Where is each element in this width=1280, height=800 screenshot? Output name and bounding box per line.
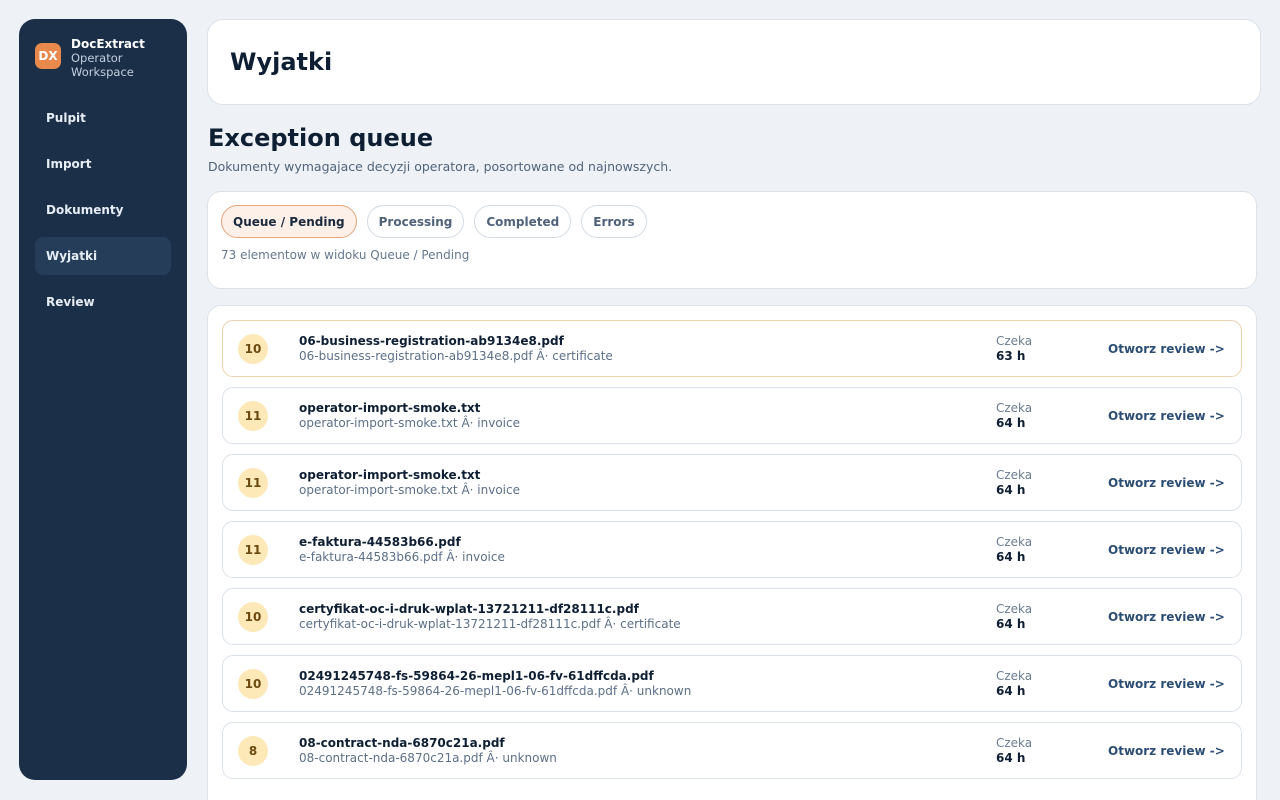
document-meta: 08-contract-nda-6870c21a.pdf Â· unknown [299, 751, 557, 765]
wait-value: 64 h [996, 416, 1026, 430]
page-title: Wyjatki [230, 48, 333, 76]
tab-queue-pending[interactable]: Queue / Pending [221, 205, 357, 238]
sidebar-item-review[interactable]: Review [35, 283, 171, 321]
list-item[interactable]: 10 02491245748-fs-59864-26-mepl1-06-fv-6… [222, 655, 1242, 712]
status-tabs: Queue / Pending Processing Completed Err… [221, 205, 1243, 238]
wait-value: 64 h [996, 483, 1026, 497]
list-item[interactable]: 10 certyfikat-oc-i-druk-wplat-13721211-d… [222, 588, 1242, 645]
filter-panel: Queue / Pending Processing Completed Err… [207, 191, 1257, 289]
brand-text: DocExtract Operator Workspace [71, 37, 151, 79]
document-name: certyfikat-oc-i-druk-wplat-13721211-df28… [299, 602, 639, 616]
priority-badge: 8 [238, 736, 268, 766]
list-item[interactable]: 11 operator-import-smoke.txt operator-im… [222, 454, 1242, 511]
priority-badge: 11 [238, 535, 268, 565]
priority-badge: 10 [238, 669, 268, 699]
wait-value: 64 h [996, 550, 1026, 564]
open-review-link[interactable]: Otworz review -> [1108, 677, 1225, 691]
document-name: 06-business-registration-ab9134e8.pdf [299, 334, 564, 348]
wait-label: Czeka [996, 468, 1033, 482]
exception-rows: 10 06-business-registration-ab9134e8.pdf… [222, 320, 1242, 779]
document-name: operator-import-smoke.txt [299, 468, 481, 482]
priority-badge: 10 [238, 602, 268, 632]
tab-processing[interactable]: Processing [366, 205, 465, 238]
document-meta: operator-import-smoke.txt Â· invoice [299, 416, 520, 430]
document-name: 02491245748-fs-59864-26-mepl1-06-fv-61df… [299, 669, 654, 683]
wait-label: Czeka [996, 334, 1033, 348]
document-meta: e-faktura-44583b66.pdf Â· invoice [299, 550, 505, 564]
wait-label: Czeka [996, 602, 1033, 616]
wait-label: Czeka [996, 401, 1033, 415]
sidebar: DX DocExtract Operator Workspace Pulpit … [19, 19, 187, 780]
brand-subtitle: Operator Workspace [71, 51, 134, 79]
document-meta: 02491245748-fs-59864-26-mepl1-06-fv-61df… [299, 684, 692, 698]
list-item[interactable]: 8 08-contract-nda-6870c21a.pdf 08-contra… [222, 722, 1242, 779]
list-item[interactable]: 11 e-faktura-44583b66.pdf e-faktura-4458… [222, 521, 1242, 578]
list-item[interactable]: 11 operator-import-smoke.txt operator-im… [222, 387, 1242, 444]
exception-list: 10 06-business-registration-ab9134e8.pdf… [207, 305, 1257, 800]
item-count: 73 elementow w widoku Queue / Pending [221, 248, 470, 262]
document-name: 08-contract-nda-6870c21a.pdf [299, 736, 505, 750]
open-review-link[interactable]: Otworz review -> [1108, 744, 1225, 758]
open-review-link[interactable]: Otworz review -> [1108, 476, 1225, 490]
tab-completed[interactable]: Completed [474, 205, 572, 238]
wait-value: 64 h [996, 684, 1026, 698]
sidebar-nav: Pulpit Import Dokumenty Wyjatki Review [35, 99, 171, 321]
wait-value: 64 h [996, 617, 1026, 631]
section-title: Exception queue [208, 124, 434, 152]
list-item[interactable]: 10 06-business-registration-ab9134e8.pdf… [222, 320, 1242, 377]
open-review-link[interactable]: Otworz review -> [1108, 342, 1225, 356]
tab-errors[interactable]: Errors [581, 205, 647, 238]
open-review-link[interactable]: Otworz review -> [1108, 409, 1225, 423]
brand-name: DocExtract [71, 37, 145, 51]
document-name: operator-import-smoke.txt [299, 401, 481, 415]
document-name: e-faktura-44583b66.pdf [299, 535, 461, 549]
open-review-link[interactable]: Otworz review -> [1108, 610, 1225, 624]
brand: DX DocExtract Operator Workspace [35, 37, 171, 79]
priority-badge: 11 [238, 468, 268, 498]
section-subtitle: Dokumenty wymagajace decyzji operatora, … [208, 159, 673, 174]
logo-icon: DX [35, 43, 61, 69]
priority-badge: 11 [238, 401, 268, 431]
open-review-link[interactable]: Otworz review -> [1108, 543, 1225, 557]
sidebar-item-pulpit[interactable]: Pulpit [35, 99, 171, 137]
wait-label: Czeka [996, 669, 1033, 683]
document-meta: operator-import-smoke.txt Â· invoice [299, 483, 520, 497]
sidebar-item-wyjatki[interactable]: Wyjatki [35, 237, 171, 275]
page-header: Wyjatki [207, 19, 1261, 105]
sidebar-item-dokumenty[interactable]: Dokumenty [35, 191, 171, 229]
wait-value: 63 h [996, 349, 1026, 363]
wait-label: Czeka [996, 736, 1033, 750]
sidebar-item-import[interactable]: Import [35, 145, 171, 183]
wait-label: Czeka [996, 535, 1033, 549]
document-meta: certyfikat-oc-i-druk-wplat-13721211-df28… [299, 617, 681, 631]
wait-value: 64 h [996, 751, 1026, 765]
priority-badge: 10 [238, 334, 268, 364]
document-meta: 06-business-registration-ab9134e8.pdf Â·… [299, 349, 613, 363]
